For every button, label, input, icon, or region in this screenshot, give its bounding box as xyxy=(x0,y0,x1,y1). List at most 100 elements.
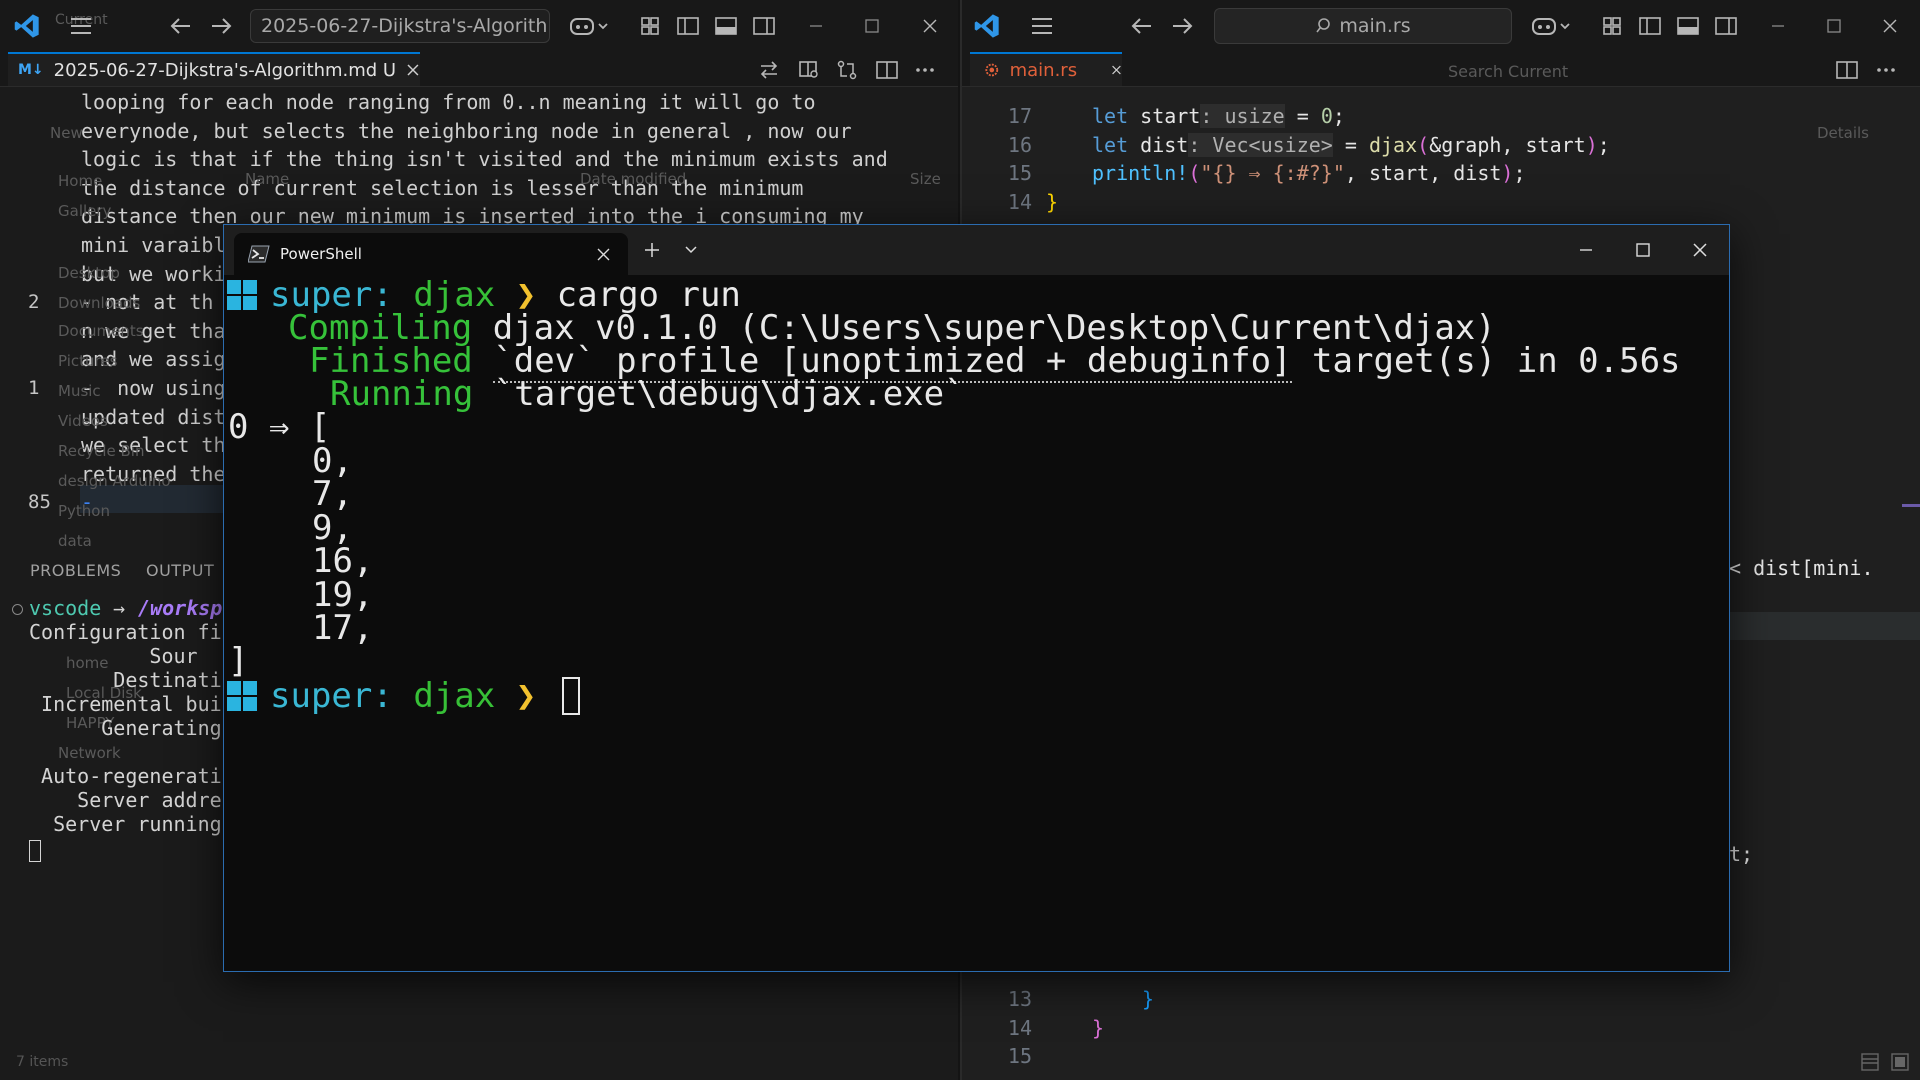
code-token: = xyxy=(1284,104,1321,128)
terminal-status-icon xyxy=(12,604,23,615)
ghost-text: Gallery xyxy=(58,202,112,220)
terminal-line: Configuration fi xyxy=(29,620,222,644)
md-line: logic is that if the thing isn't visited… xyxy=(81,147,888,172)
tab-close-icon[interactable] xyxy=(597,248,610,261)
back-arrow-icon[interactable] xyxy=(1127,12,1157,40)
line-number: 15 xyxy=(1007,1044,1032,1068)
terminal-line: Generating xyxy=(29,716,222,740)
md-line: - now using xyxy=(81,376,226,400)
copilot-icon[interactable] xyxy=(566,12,614,40)
more-actions-icon[interactable] xyxy=(911,56,939,84)
vscode-logo-icon xyxy=(970,11,1004,41)
toggle-secondary-sidebar-icon[interactable] xyxy=(1712,12,1740,40)
code-fragment: t; xyxy=(1729,842,1754,866)
line-number: 15 xyxy=(1007,161,1032,185)
code-text: } xyxy=(1046,188,1058,217)
menu-icon[interactable] xyxy=(66,12,96,40)
terminal-cursor xyxy=(562,677,580,715)
terminal-line: → xyxy=(113,596,126,620)
split-editor-icon[interactable] xyxy=(873,56,901,84)
code-token: &graph, start xyxy=(1429,132,1586,157)
code-token: ; xyxy=(1513,161,1526,185)
code-token: } xyxy=(1142,987,1155,1011)
code-token: let xyxy=(1092,132,1141,157)
code-text: } xyxy=(1092,1014,1104,1043)
minimize-icon[interactable] xyxy=(802,12,830,40)
line-number: 13 xyxy=(1007,987,1032,1011)
items-count: 7 items xyxy=(16,1054,69,1070)
minimap-marker xyxy=(1902,504,1920,507)
code-token: } xyxy=(1092,1015,1105,1040)
finished-rest: target(s) in 0.56s xyxy=(1291,341,1681,381)
close-icon[interactable] xyxy=(916,12,944,40)
terminal-line: Server running xyxy=(29,812,222,836)
terminal-line: Server addre xyxy=(29,788,222,812)
tab-close-icon[interactable] xyxy=(1111,63,1122,77)
powershell-terminal[interactable]: super: djax ❯ cargo run Compiling djax v… xyxy=(224,275,1729,971)
swap-icon[interactable] xyxy=(755,56,783,84)
close-icon[interactable] xyxy=(1683,233,1717,267)
forward-arrow-icon[interactable] xyxy=(1167,12,1197,40)
menu-icon[interactable] xyxy=(1027,12,1057,40)
minimize-icon[interactable] xyxy=(1569,233,1603,267)
terminal-line: Incremental bui xyxy=(29,692,222,716)
ghost-text: Music xyxy=(58,382,101,400)
maximize-icon[interactable] xyxy=(858,12,886,40)
ghost-text: Size xyxy=(910,170,941,188)
more-actions-icon[interactable] xyxy=(1872,56,1900,84)
ghost-text: Python xyxy=(58,502,110,520)
vscode-logo-icon xyxy=(10,11,44,41)
search-icon xyxy=(1316,18,1331,33)
windows-logo-icon xyxy=(227,280,257,310)
git-compare-icon[interactable] xyxy=(833,56,861,84)
forward-arrow-icon[interactable] xyxy=(206,12,236,40)
new-tab-icon[interactable] xyxy=(635,233,669,267)
minimize-icon[interactable] xyxy=(1764,12,1792,40)
open-preview-icon[interactable] xyxy=(795,56,823,84)
tab-close-icon[interactable] xyxy=(406,63,420,77)
line-number: 16 xyxy=(1007,132,1032,157)
close-icon[interactable] xyxy=(1876,12,1904,40)
code-token: : usize xyxy=(1200,104,1285,128)
prompt-dir: djax xyxy=(413,676,496,716)
maximize-icon[interactable] xyxy=(1820,12,1848,40)
ghost-text: Recycle Bin xyxy=(58,442,145,460)
tab-problems[interactable]: PROBLEMS xyxy=(30,561,121,580)
code-token: 0 xyxy=(1320,104,1333,128)
powershell-titlebar: PowerShell xyxy=(224,225,1729,275)
toggle-secondary-sidebar-icon[interactable] xyxy=(750,12,778,40)
copilot-icon[interactable] xyxy=(1528,12,1576,40)
maximize-icon[interactable] xyxy=(1626,233,1660,267)
command-center-search[interactable]: 2025-06-27-Dijkstra's-Algorithm.m xyxy=(250,9,550,43)
tab-main-rs[interactable]: main.rs xyxy=(970,52,1122,86)
toggle-sidebar-icon[interactable] xyxy=(674,12,702,40)
toggle-sidebar-icon[interactable] xyxy=(1636,12,1664,40)
code-token: ; xyxy=(1332,104,1345,128)
ghost-text: Documents xyxy=(58,322,144,340)
code-token: , start, dist xyxy=(1344,161,1502,185)
prompt-chevron: ❯ xyxy=(515,676,537,716)
command-center-search[interactable]: main.rs xyxy=(1214,8,1512,44)
line-number: 85 xyxy=(28,491,51,513)
toggle-panel-icon[interactable] xyxy=(1674,12,1702,40)
chevron-down-icon[interactable] xyxy=(674,233,708,267)
tab-powershell[interactable]: PowerShell xyxy=(234,233,628,275)
running-line: Running `target\debug\djax.exe` xyxy=(330,374,965,414)
right-tabbar: main.rs Search Current xyxy=(962,52,1920,87)
back-arrow-icon[interactable] xyxy=(166,12,196,40)
customize-layout-icon[interactable] xyxy=(1598,12,1626,40)
customize-layout-icon[interactable] xyxy=(636,12,664,40)
line-number: 14 xyxy=(1007,1015,1032,1040)
panel-layout-icon[interactable] xyxy=(1858,1050,1882,1074)
ghost-text: Desktop xyxy=(58,264,120,282)
split-editor-icon[interactable] xyxy=(1833,56,1861,84)
panel-toggle-icon[interactable] xyxy=(1888,1050,1912,1074)
tab-dijkstra-md[interactable]: M↓ 2025-06-27-Dijkstra's-Algorithm.md U xyxy=(8,52,420,86)
tab-output[interactable]: OUTPUT xyxy=(146,561,214,580)
terminal-line: vscode xyxy=(29,596,102,620)
left-titlebar: Current 2025-06-27-Dijkstra's-Algorithm.… xyxy=(0,0,958,53)
toggle-panel-icon[interactable] xyxy=(712,12,740,40)
code-token: ) xyxy=(1501,161,1514,185)
code-text: } xyxy=(1142,985,1154,1014)
ghost-details: Details xyxy=(1817,124,1870,142)
